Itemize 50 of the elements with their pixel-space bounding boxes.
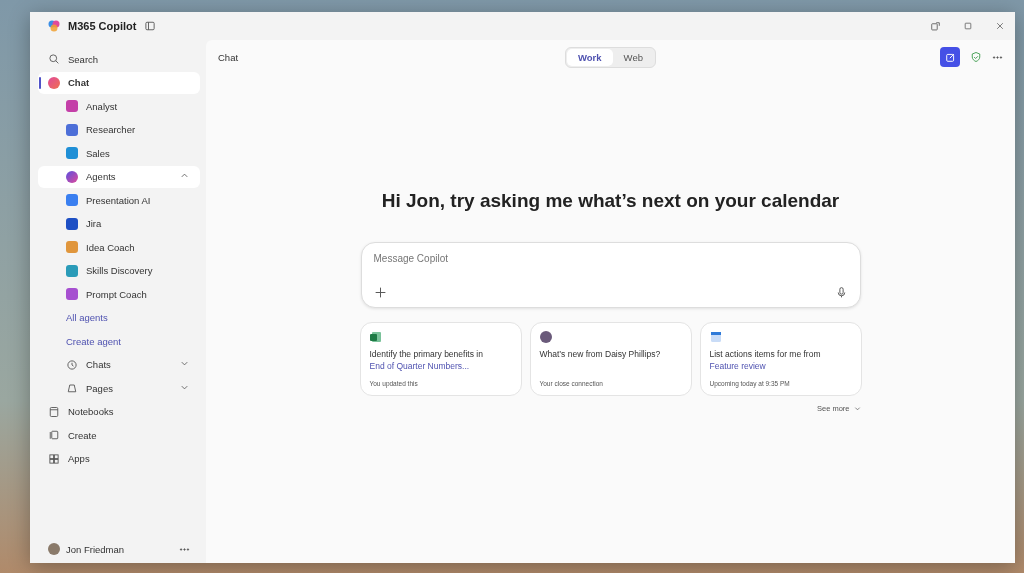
new-chat-button[interactable] bbox=[940, 47, 960, 67]
sidebar-item[interactable]: Prompt Coach bbox=[38, 283, 200, 305]
sidebar-toggle-button[interactable] bbox=[144, 20, 157, 32]
sidebar-item[interactable]: Analyst bbox=[38, 95, 200, 117]
agents-icon bbox=[66, 170, 78, 183]
message-field[interactable]: Message Copilot bbox=[373, 251, 848, 266]
notebook-icon bbox=[48, 405, 60, 418]
file-link[interactable]: End of Quarter Numbers... bbox=[369, 361, 470, 372]
sidebar-item[interactable]: Pages bbox=[38, 377, 200, 399]
sidebar-item[interactable]: Agents bbox=[38, 165, 200, 188]
chevron-down-icon bbox=[853, 405, 861, 412]
copilot-logo-icon bbox=[48, 20, 60, 32]
close-icon bbox=[995, 21, 1005, 31]
sidebar-item[interactable]: Notebooks bbox=[38, 400, 200, 423]
calendar-icon bbox=[709, 331, 722, 343]
sidebar-item[interactable]: Jira bbox=[38, 212, 200, 235]
copilot-icon bbox=[48, 76, 60, 89]
sidebar-item[interactable]: Create bbox=[38, 424, 200, 446]
shield-icon bbox=[970, 51, 982, 63]
sidebar-item[interactable]: Idea Coach bbox=[38, 236, 200, 258]
apps-icon bbox=[48, 452, 60, 465]
mode-tab[interactable]: Web bbox=[612, 48, 654, 66]
history-icon bbox=[66, 358, 78, 371]
mode-tab[interactable]: Work bbox=[567, 48, 613, 66]
window-title: M365 Copilot bbox=[68, 20, 137, 32]
compose-icon bbox=[944, 51, 956, 63]
avatar-icon bbox=[48, 543, 60, 555]
user-name: Jon Friedman bbox=[66, 543, 126, 555]
search-icon bbox=[48, 53, 60, 65]
create-icon bbox=[48, 429, 60, 441]
file-link[interactable]: Feature review bbox=[709, 361, 766, 372]
spreadsheet-icon bbox=[369, 331, 382, 343]
pages-icon bbox=[66, 382, 78, 394]
sidebar-item[interactable]: Chat bbox=[38, 71, 200, 94]
sidebar-item[interactable]: Presentation AI bbox=[38, 189, 200, 211]
sidebar-item[interactable]: All agents bbox=[38, 306, 200, 329]
avatar-icon bbox=[539, 331, 552, 343]
search-button[interactable]: Search bbox=[38, 48, 200, 70]
page-title: Chat bbox=[218, 51, 240, 63]
sidebar-item[interactable]: Researcher bbox=[38, 118, 200, 141]
sidebar-item[interactable]: Sales bbox=[38, 142, 200, 164]
sidebar-icon bbox=[144, 20, 157, 32]
sidebar-item[interactable]: Apps bbox=[38, 447, 200, 470]
greeting-heading: Hi Jon, try asking me what’s next on your calendar bbox=[381, 190, 840, 212]
plus-icon bbox=[373, 286, 387, 299]
maximize-icon bbox=[963, 21, 973, 31]
snap-icon bbox=[930, 20, 941, 32]
sidebar-item[interactable]: Skills Discovery bbox=[38, 259, 200, 282]
sidebar-item[interactable]: Chats bbox=[38, 353, 200, 376]
sidebar-item[interactable]: Create agent bbox=[38, 330, 200, 352]
